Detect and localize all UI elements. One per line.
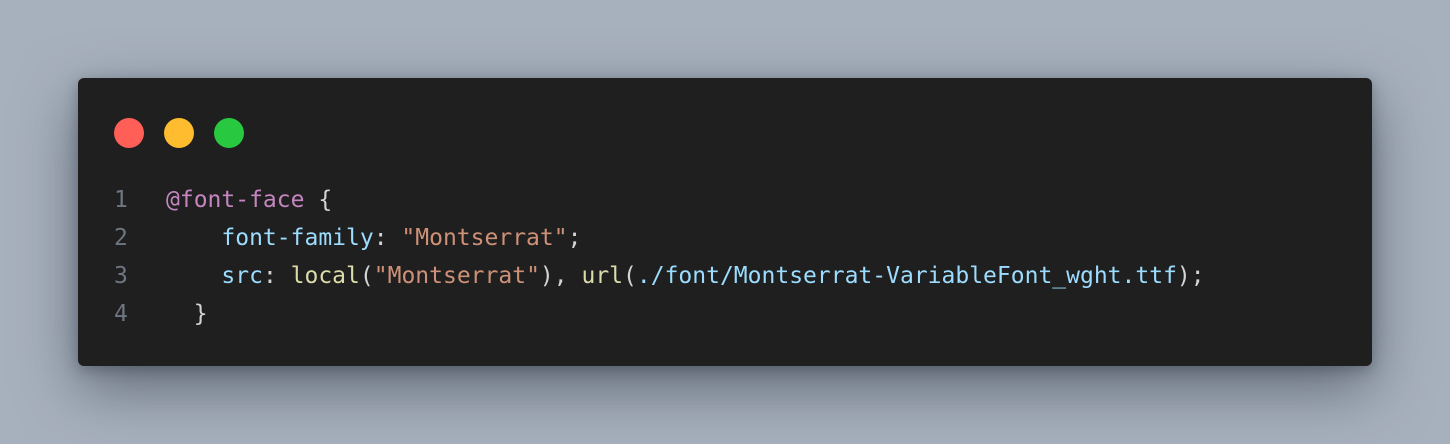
code-token-kw: @font-face — [166, 187, 305, 213]
code-window: 1 @font-face { 2 font-family: "Montserra… — [78, 78, 1372, 366]
maximize-dot-icon[interactable] — [214, 118, 244, 148]
line-content: } — [166, 295, 208, 333]
code-token-punc: } — [193, 301, 208, 327]
code-token-prop: font-family — [221, 225, 374, 251]
line-content: src: local("Montserrat"), url(./font/Mon… — [166, 257, 1205, 295]
code-token-punc: ( — [359, 263, 374, 289]
line-content: font-family: "Montserrat"; — [166, 219, 581, 257]
line-number: 2 — [114, 225, 128, 251]
code-line: 1 @font-face { — [114, 181, 1352, 219]
code-token-punc: { — [304, 187, 333, 213]
code-token-punc: ( — [623, 263, 637, 289]
code-line: 4 } — [114, 295, 1352, 333]
code-token-punc: : — [262, 263, 291, 289]
code-token-url: ./font/Montserrat-VariableFont_wght.ttf — [636, 263, 1177, 289]
minimize-dot-icon[interactable] — [164, 118, 194, 148]
code-token-fn: local — [290, 263, 360, 289]
line-number: 4 — [114, 301, 128, 327]
line-number: 1 — [114, 187, 128, 213]
code-token-str: "Montserrat" — [401, 225, 568, 251]
close-dot-icon[interactable] — [114, 118, 144, 148]
code-token-punc: ); — [1176, 263, 1205, 289]
code-token-fn: url — [581, 263, 624, 289]
code-token-punc: : — [373, 225, 402, 251]
code-block: 1 @font-face { 2 font-family: "Montserra… — [114, 181, 1352, 333]
line-number: 3 — [114, 263, 128, 289]
code-token-punc: ; — [567, 225, 582, 251]
code-token-prop: src — [221, 263, 263, 289]
code-line: 3 src: local("Montserrat"), url(./font/M… — [114, 257, 1352, 295]
line-content: @font-face { — [166, 181, 332, 219]
code-token-punc: ), — [539, 263, 582, 289]
code-token-str: "Montserrat" — [373, 263, 540, 289]
code-line: 2 font-family: "Montserrat"; — [114, 219, 1352, 257]
window-controls — [114, 118, 244, 148]
